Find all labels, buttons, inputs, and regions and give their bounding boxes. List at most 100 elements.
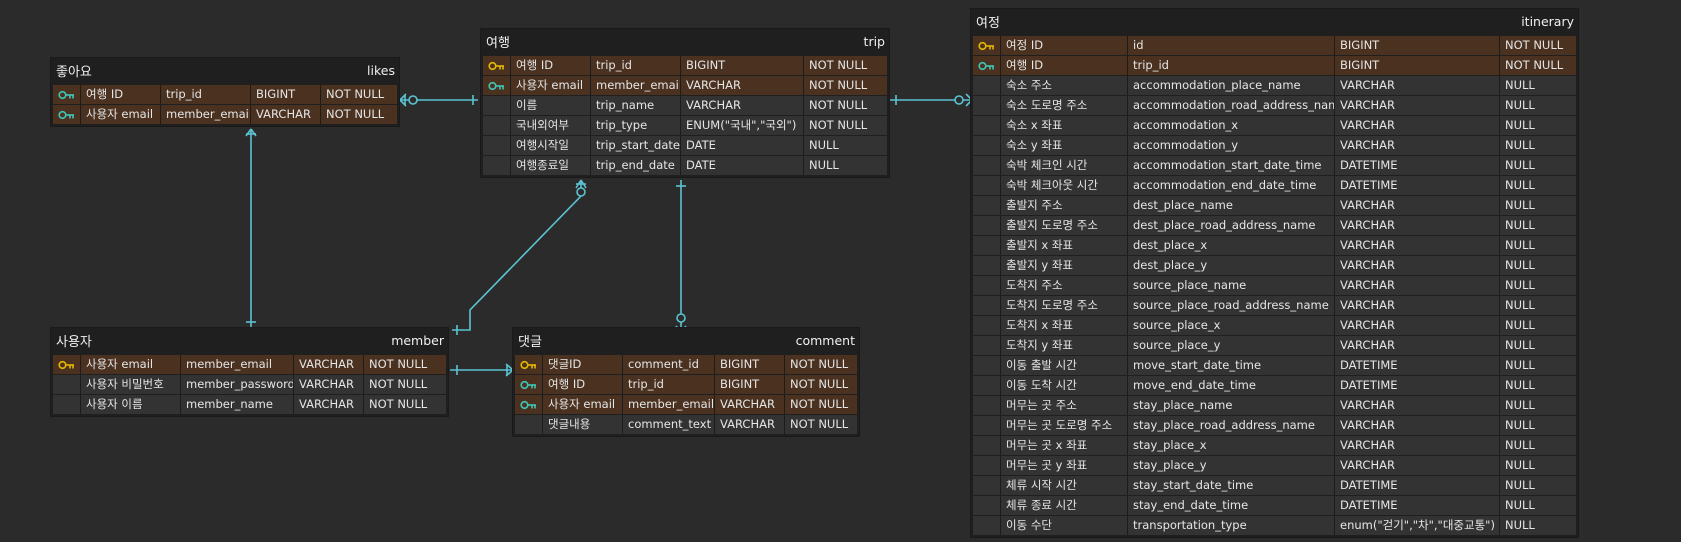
- connector-likes-trip: [399, 93, 478, 107]
- column-name: member_email: [623, 395, 715, 414]
- key-cell: [483, 116, 511, 135]
- column-type: VARCHAR: [1335, 236, 1500, 255]
- column-nullable: NOT NULL: [321, 105, 397, 124]
- table-row[interactable]: 여행 ID trip_id BIGINT NOT NULL: [53, 85, 397, 104]
- column-type: BIGINT: [1335, 36, 1500, 55]
- connector-trip-member: [452, 179, 587, 335]
- table-row[interactable]: 머무는 곳 y 좌표 stay_place_y VARCHAR NULL: [973, 456, 1576, 475]
- column-name: move_start_date_time: [1128, 356, 1335, 375]
- column-nullable: NULL: [1500, 116, 1576, 135]
- table-row[interactable]: 도착지 주소 source_place_name VARCHAR NULL: [973, 276, 1576, 295]
- column-nullable: NULL: [1500, 516, 1576, 535]
- column-type: VARCHAR: [1335, 216, 1500, 235]
- column-type: VARCHAR: [1335, 296, 1500, 315]
- table-row[interactable]: 이름 trip_name VARCHAR NOT NULL: [483, 96, 887, 115]
- column-nullable: NOT NULL: [1500, 56, 1576, 75]
- column-nullable: NOT NULL: [364, 395, 446, 414]
- column-korean-name: 사용자 이름: [81, 395, 181, 414]
- column-type: VARCHAR: [681, 96, 804, 115]
- column-type: DATETIME: [1335, 156, 1500, 175]
- table-row[interactable]: 숙소 주소 accommodation_place_name VARCHAR NULL: [973, 76, 1576, 95]
- table-row[interactable]: 머무는 곳 도로명 주소 stay_place_road_address_name…: [973, 416, 1576, 435]
- table-row[interactable]: 숙소 도로명 주소 accommodation_road_address_name…: [973, 96, 1576, 115]
- table-row[interactable]: 여행시작일 trip_start_date DATE NULL: [483, 136, 887, 155]
- table-row[interactable]: 숙박 체크아웃 시간 accommodation_end_date_time DAT…: [973, 176, 1576, 195]
- column-type: VARCHAR: [1335, 316, 1500, 335]
- column-type: VARCHAR: [681, 76, 804, 95]
- column-nullable: NULL: [804, 136, 887, 155]
- table-row[interactable]: 사용자 email member_email VARCHAR NOT NULL: [483, 76, 887, 95]
- column-name: transportation_type: [1128, 516, 1335, 535]
- table-row[interactable]: 이동 수단 transportation_type enum("걷기","차","대…: [973, 516, 1576, 535]
- primary-key-icon: [58, 360, 75, 370]
- column-name: stay_end_date_time: [1128, 496, 1335, 515]
- table-row[interactable]: 머무는 곳 주소 stay_place_name VARCHAR NULL: [973, 396, 1576, 415]
- column-nullable: NOT NULL: [364, 375, 446, 394]
- table-row[interactable]: 출발지 주소 dest_place_name VARCHAR NULL: [973, 196, 1576, 215]
- column-nullable: NOT NULL: [804, 116, 887, 135]
- table-row[interactable]: 사용자 이름 member_name VARCHAR NOT NULL: [53, 395, 446, 414]
- column-korean-name: 숙소 y 좌표: [1001, 136, 1128, 155]
- table-row[interactable]: 출발지 도로명 주소 dest_place_road_address_name VA…: [973, 216, 1576, 235]
- column-nullable: NULL: [1500, 276, 1576, 295]
- key-cell: [483, 136, 511, 155]
- table-row[interactable]: 여행종료일 trip_end_date DATE NULL: [483, 156, 887, 175]
- entity-rows: 여행 ID trip_id BIGINT NOT NULL 사용자 email membe…: [51, 85, 399, 126]
- column-korean-name: 이동 출발 시간: [1001, 356, 1128, 375]
- table-row[interactable]: 사용자 email member_email VARCHAR NOT NULL: [53, 105, 397, 124]
- column-name: accommodation_end_date_time: [1128, 176, 1335, 195]
- column-name: trip_name: [591, 96, 681, 115]
- table-row[interactable]: 사용자 비밀번호 member_password VARCHAR NOT NULL: [53, 375, 446, 394]
- table-row[interactable]: 여행 ID trip_id BIGINT NOT NULL: [483, 56, 887, 75]
- column-nullable: NOT NULL: [785, 415, 857, 434]
- entity-itinerary[interactable]: 여정 itinerary 여정 ID id BIGINT NOT NULL 여행 ID t…: [971, 9, 1578, 537]
- entity-likes[interactable]: 좋아요 likes 여행 ID trip_id BIGINT NOT NULL 사용자 …: [51, 58, 399, 126]
- column-korean-name: 머무는 곳 주소: [1001, 396, 1128, 415]
- entity-member[interactable]: 사용자 member 사용자 email member_email VARCHAR N…: [51, 328, 448, 416]
- column-korean-name: 출발지 도로명 주소: [1001, 216, 1128, 235]
- table-row[interactable]: 출발지 x 좌표 dest_place_x VARCHAR NULL: [973, 236, 1576, 255]
- table-row[interactable]: 출발지 y 좌표 dest_place_y VARCHAR NULL: [973, 256, 1576, 275]
- table-row[interactable]: 여행 ID trip_id BIGINT NOT NULL: [973, 56, 1576, 75]
- table-row[interactable]: 체류 종료 시간 stay_end_date_time DATETIME NULL: [973, 496, 1576, 515]
- table-row[interactable]: 숙박 체크인 시간 accommodation_start_date_time DA…: [973, 156, 1576, 175]
- key-cell: [515, 375, 543, 394]
- table-row[interactable]: 댓글ID comment_id BIGINT NOT NULL: [515, 355, 857, 374]
- foreign-key-icon: [488, 81, 505, 91]
- table-row[interactable]: 도착지 x 좌표 source_place_x VARCHAR NULL: [973, 316, 1576, 335]
- entity-trip[interactable]: 여행 trip 여행 ID trip_id BIGINT NOT NULL 사용자 em…: [481, 29, 889, 177]
- table-row[interactable]: 숙소 y 좌표 accommodation_y VARCHAR NULL: [973, 136, 1576, 155]
- table-row[interactable]: 사용자 email member_email VARCHAR NOT NULL: [53, 355, 446, 374]
- key-cell: [973, 316, 1001, 335]
- column-type: BIGINT: [715, 375, 785, 394]
- column-type: VARCHAR: [715, 395, 785, 414]
- table-row[interactable]: 머무는 곳 x 좌표 stay_place_x VARCHAR NULL: [973, 436, 1576, 455]
- key-cell: [53, 85, 81, 104]
- table-row[interactable]: 여행 ID trip_id BIGINT NOT NULL: [515, 375, 857, 394]
- column-korean-name: 사용자 email: [543, 395, 623, 414]
- entity-title-english: trip: [863, 34, 885, 49]
- table-row[interactable]: 국내외여부 trip_type ENUM("국내","국외") NOT NULL: [483, 116, 887, 135]
- column-korean-name: 댓글내용: [543, 415, 623, 434]
- column-type: BIGINT: [251, 85, 321, 104]
- key-cell: [515, 415, 543, 434]
- column-nullable: NULL: [1500, 216, 1576, 235]
- key-cell: [973, 336, 1001, 355]
- column-type: VARCHAR: [1335, 256, 1500, 275]
- table-row[interactable]: 숙소 x 좌표 accommodation_x VARCHAR NULL: [973, 116, 1576, 135]
- table-row[interactable]: 이동 출발 시간 move_start_date_time DATETIME NULL: [973, 356, 1576, 375]
- column-type: BIGINT: [1335, 56, 1500, 75]
- table-row[interactable]: 도착지 도로명 주소 source_place_road_address_name…: [973, 296, 1576, 315]
- table-row[interactable]: 댓글내용 comment_text VARCHAR NOT NULL: [515, 415, 857, 434]
- table-row[interactable]: 여정 ID id BIGINT NOT NULL: [973, 36, 1576, 55]
- table-row[interactable]: 이동 도착 시간 move_end_date_time DATETIME NULL: [973, 376, 1576, 395]
- table-row[interactable]: 도착지 y 좌표 source_place_y VARCHAR NULL: [973, 336, 1576, 355]
- key-cell: [973, 476, 1001, 495]
- table-row[interactable]: 체류 시작 시간 stay_start_date_time DATETIME NULL: [973, 476, 1576, 495]
- column-korean-name: 도착지 도로명 주소: [1001, 296, 1128, 315]
- table-row[interactable]: 사용자 email member_email VARCHAR NOT NULL: [515, 395, 857, 414]
- entity-comment[interactable]: 댓글 comment 댓글ID comment_id BIGINT NOT NULL 여…: [513, 328, 859, 436]
- key-cell: [973, 356, 1001, 375]
- column-nullable: NULL: [1500, 456, 1576, 475]
- column-type: VARCHAR: [1335, 416, 1500, 435]
